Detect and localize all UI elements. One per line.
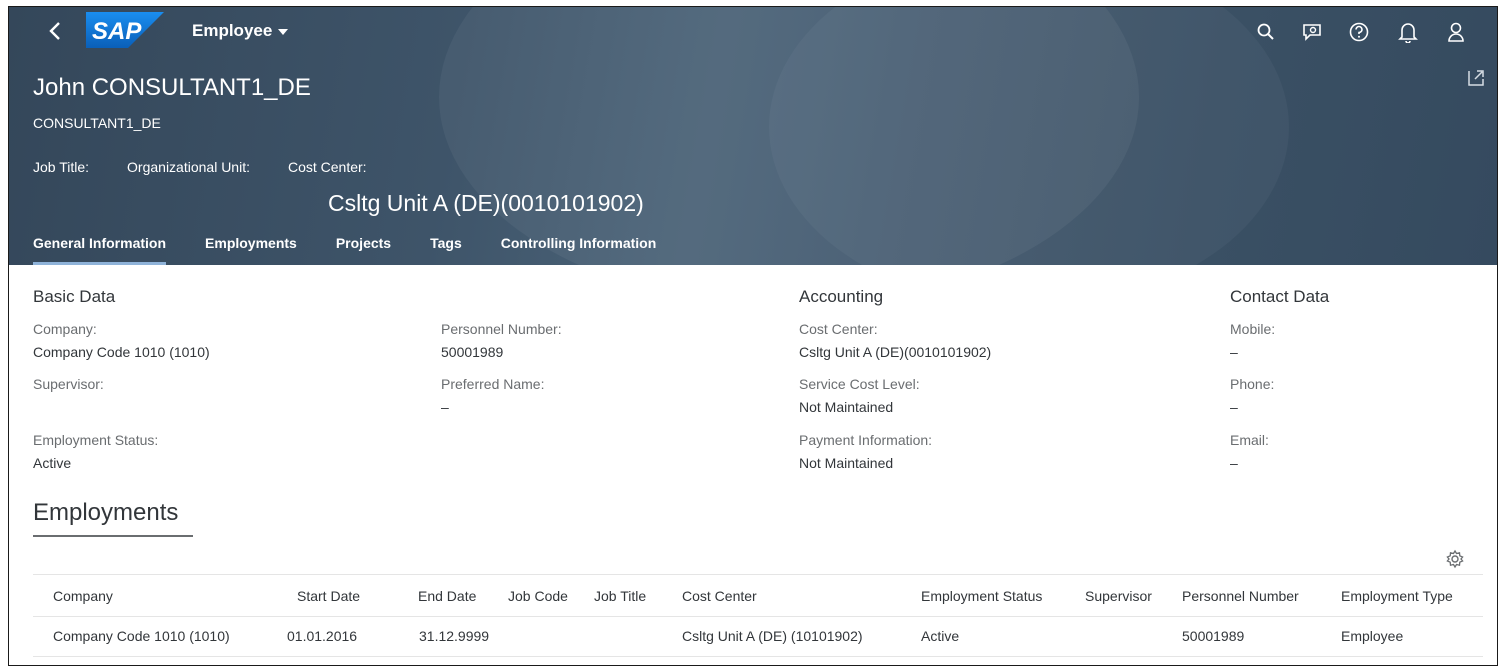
contact-data-heading: Contact Data bbox=[1230, 287, 1330, 306]
service-cost-level-value: Not Maintained bbox=[799, 399, 894, 415]
cell-start-date: 01.01.2016 bbox=[287, 628, 358, 644]
tab-projects[interactable]: Projects bbox=[336, 233, 391, 265]
company-label: Company: bbox=[33, 321, 97, 337]
column-header-personnel-number[interactable]: Personnel Number bbox=[1182, 588, 1299, 604]
app-title-menu[interactable]: Employee bbox=[192, 21, 289, 41]
gear-icon bbox=[1446, 549, 1464, 569]
employment-status-value: Active bbox=[33, 455, 72, 471]
column-header-employment-status[interactable]: Employment Status bbox=[921, 588, 1042, 604]
table-settings-button[interactable] bbox=[1445, 549, 1465, 569]
column-header-cost-center[interactable]: Cost Center bbox=[682, 588, 757, 604]
company-value: Company Code 1010 (1010) bbox=[33, 344, 210, 360]
mobile-label: Mobile: bbox=[1230, 321, 1276, 337]
object-page-header: SAP Employee John CONSULTANT1_DE CONSULT… bbox=[9, 7, 1497, 265]
search-button[interactable] bbox=[1253, 19, 1279, 45]
employee-title: John CONSULTANT1_DE bbox=[33, 74, 311, 101]
help-icon bbox=[1349, 22, 1369, 42]
service-cost-level-label: Service Cost Level: bbox=[799, 376, 920, 392]
share-icon bbox=[1468, 70, 1484, 86]
tab-employments[interactable]: Employments bbox=[205, 233, 297, 265]
column-header-employment-type[interactable]: Employment Type bbox=[1341, 588, 1453, 604]
employments-section-title: Employments bbox=[33, 499, 193, 537]
cell-company: Company Code 1010 (1010) bbox=[53, 628, 230, 644]
cost-center-label: Cost Center: bbox=[287, 159, 367, 175]
mobile-value: – bbox=[1230, 344, 1238, 360]
table-header-row: Company Start Date End Date Job Code Job… bbox=[33, 574, 1483, 617]
shell-bar: SAP Employee bbox=[9, 7, 1497, 59]
column-header-supervisor[interactable]: Supervisor bbox=[1085, 588, 1152, 604]
job-title-label: Job Title: bbox=[33, 159, 90, 175]
tab-general-information[interactable]: General Information bbox=[33, 233, 167, 265]
preferred-name-value: – bbox=[441, 399, 449, 415]
employments-table: Company Start Date End Date Job Code Job… bbox=[33, 574, 1483, 657]
cell-cost-center: Csltg Unit A (DE) (10101902) bbox=[682, 628, 863, 644]
org-unit-label: Organizational Unit: bbox=[127, 159, 250, 175]
supervisor-label: Supervisor: bbox=[33, 376, 104, 392]
back-arrow-icon bbox=[49, 22, 60, 40]
help-button[interactable] bbox=[1346, 19, 1372, 45]
personnel-number-label: Personnel Number: bbox=[441, 321, 562, 337]
column-header-job-code[interactable]: Job Code bbox=[508, 588, 568, 604]
feedback-icon bbox=[1303, 24, 1321, 41]
feedback-button[interactable] bbox=[1299, 19, 1325, 45]
cell-end-date: 31.12.9999 bbox=[419, 628, 490, 644]
column-header-start-date[interactable]: Start Date bbox=[297, 588, 360, 604]
sap-logo-icon: SAP bbox=[86, 12, 164, 48]
tab-tags[interactable]: Tags bbox=[430, 233, 462, 265]
search-icon bbox=[1257, 23, 1274, 40]
email-label: Email: bbox=[1230, 432, 1269, 448]
share-button[interactable] bbox=[1465, 67, 1487, 89]
back-button[interactable] bbox=[45, 19, 65, 43]
user-icon bbox=[1448, 22, 1464, 42]
personnel-number-value: 50001989 bbox=[441, 344, 504, 360]
employment-status-label: Employment Status: bbox=[33, 432, 159, 448]
cell-employment-type: Employee bbox=[1341, 628, 1404, 644]
column-header-job-title[interactable]: Job Title bbox=[594, 588, 646, 604]
phone-value: – bbox=[1230, 399, 1238, 415]
basic-data-heading: Basic Data bbox=[33, 287, 116, 306]
cell-employment-status: Active bbox=[921, 628, 960, 644]
header-attributes: Job Title: Organizational Unit: Cost Cen… bbox=[33, 159, 405, 175]
tab-controlling-information[interactable]: Controlling Information bbox=[501, 233, 657, 265]
email-value: – bbox=[1230, 455, 1238, 471]
phone-label: Phone: bbox=[1230, 376, 1275, 392]
accounting-cost-center-value: Csltg Unit A (DE)(0010101902) bbox=[799, 344, 992, 360]
notifications-button[interactable] bbox=[1395, 19, 1421, 45]
app-title: Employee bbox=[192, 21, 273, 40]
employee-subtitle: CONSULTANT1_DE bbox=[33, 115, 161, 131]
tab-bar: General Information Employments Projects… bbox=[33, 233, 695, 265]
app-window: SAP Employee John CONSULTANT1_DE CONSULT… bbox=[8, 6, 1498, 666]
svg-text:SAP: SAP bbox=[92, 18, 142, 45]
notifications-icon bbox=[1398, 23, 1418, 43]
accounting-heading: Accounting bbox=[799, 287, 884, 306]
column-header-end-date[interactable]: End Date bbox=[418, 588, 476, 604]
cost-center-value: Csltg Unit A (DE)(0010101902) bbox=[328, 190, 644, 216]
accounting-cost-center-label: Cost Center: bbox=[799, 321, 878, 337]
caret-down-icon bbox=[278, 29, 289, 35]
column-header-company[interactable]: Company bbox=[53, 588, 113, 604]
payment-information-value: Not Maintained bbox=[799, 455, 894, 471]
cell-personnel-number: 50001989 bbox=[1182, 628, 1245, 644]
table-row[interactable]: Company Code 1010 (1010) 01.01.2016 31.1… bbox=[33, 617, 1483, 657]
sap-logo[interactable]: SAP bbox=[86, 12, 164, 48]
payment-information-label: Payment Information: bbox=[799, 432, 933, 448]
preferred-name-label: Preferred Name: bbox=[441, 376, 545, 392]
user-button[interactable] bbox=[1443, 19, 1469, 45]
